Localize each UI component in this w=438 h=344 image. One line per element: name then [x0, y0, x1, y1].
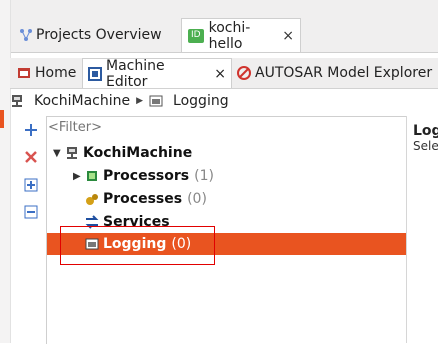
- details-subtitle: Selec: [413, 139, 438, 153]
- close-icon[interactable]: ×: [214, 66, 226, 82]
- tab-machine-editor[interactable]: Machine Editor ×: [82, 57, 232, 90]
- tree-item-processors[interactable]: ▶ Processors (1): [73, 165, 214, 187]
- item-count: (1): [194, 168, 214, 184]
- breadcrumb: KochiMachine ▶ Logging: [10, 89, 229, 113]
- left-dock-strip: [0, 0, 11, 343]
- projects-overview-icon: [18, 28, 32, 42]
- tab-kochi-hello[interactable]: ID kochi-hello ×: [181, 18, 301, 52]
- add-icon[interactable]: [24, 123, 38, 137]
- tab-label: kochi-hello: [208, 19, 251, 52]
- tree-root[interactable]: ▼ KochiMachine: [53, 142, 192, 164]
- collapse-all-icon[interactable]: [24, 205, 38, 219]
- filter-input[interactable]: [48, 118, 404, 136]
- chevron-down-icon[interactable]: ▼: [53, 148, 65, 159]
- tab-label: AUTOSAR Model Explorer: [255, 65, 433, 81]
- tab-home[interactable]: Home: [12, 58, 82, 88]
- machine-icon: [10, 94, 24, 108]
- expand-all-icon[interactable]: [24, 178, 38, 192]
- delete-icon[interactable]: [24, 150, 38, 164]
- tab-autosar-model-explorer[interactable]: AUTOSAR Model Explorer: [232, 58, 438, 88]
- details-title: Log: [413, 123, 438, 139]
- chevron-right-icon[interactable]: ▶: [73, 171, 85, 182]
- autosar-icon: [237, 66, 251, 80]
- home-icon: [17, 66, 31, 80]
- tab-projects-overview[interactable]: Projects Overview: [10, 18, 170, 51]
- kochi-hello-icon: ID: [188, 28, 204, 43]
- tab-label: Projects Overview: [36, 26, 162, 43]
- active-marker: [0, 110, 4, 128]
- tab-label: Home: [35, 65, 77, 81]
- breadcrumb-item[interactable]: Logging: [173, 93, 229, 109]
- view-tab-bar: Home Machine Editor × AUTOSAR Model Expl…: [10, 57, 438, 90]
- tree-label: KochiMachine: [83, 145, 193, 161]
- processor-icon: [85, 169, 99, 183]
- tree-label: Processes: [103, 191, 183, 207]
- item-count: (0): [187, 191, 207, 207]
- logging-icon: [149, 94, 163, 108]
- machine-editor-icon: [88, 66, 102, 81]
- tree-label: Processors: [103, 168, 190, 184]
- tree-item-processes[interactable]: Processes (0): [85, 188, 207, 210]
- details-panel: Log Selec: [406, 116, 438, 343]
- chevron-right-icon: ▶: [136, 96, 144, 106]
- tab-label: Machine Editor: [106, 57, 165, 90]
- breadcrumb-item[interactable]: KochiMachine: [34, 93, 130, 109]
- machine-icon: [65, 146, 79, 160]
- highlight-box: [60, 226, 215, 265]
- processes-icon: [85, 192, 99, 206]
- close-icon[interactable]: ×: [282, 28, 294, 44]
